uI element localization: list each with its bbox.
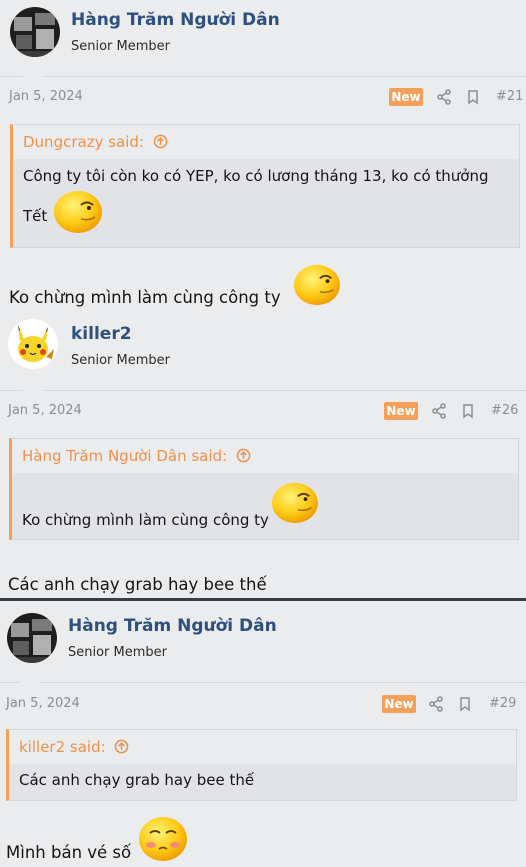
quote-header[interactable]: Hàng Trăm Người Dân said: <box>12 439 518 473</box>
user-title: Senior Member <box>68 645 168 660</box>
username[interactable]: Hàng Trăm Người Dân <box>71 10 280 30</box>
avatar[interactable] <box>7 613 57 663</box>
new-badge: New <box>384 402 418 420</box>
quote-header[interactable]: Dungcrazy said: <box>13 125 519 159</box>
post-message: Mình bán vé số <box>6 815 506 865</box>
user-title: Senior Member <box>71 39 171 54</box>
quote-text: Ko chừng mình làm cùng công ty <box>22 511 269 529</box>
username[interactable]: killer2 <box>71 324 132 344</box>
post-message: Ko chừng mình làm cùng công ty <box>9 263 509 309</box>
post-date[interactable]: Jan 5, 2024 <box>8 403 82 418</box>
post-number[interactable]: #29 <box>489 696 516 711</box>
share-icon[interactable] <box>427 695 445 713</box>
bookmark-icon[interactable] <box>456 695 474 713</box>
quote-block: killer2 said: Các anh chạy grab hay bee … <box>6 729 517 801</box>
post-date[interactable]: Jan 5, 2024 <box>6 696 80 711</box>
quote-block: Hàng Trăm Người Dân said: Ko chừng mình … <box>9 438 519 540</box>
post-meta: Jan 5, 2024 New #21 <box>0 80 526 114</box>
post-user-header: Hàng Trăm Người Dân Senior Member <box>0 601 526 692</box>
user-title: Senior Member <box>71 353 171 368</box>
post-number[interactable]: #26 <box>491 403 518 418</box>
quote-text: Tết <box>23 207 48 225</box>
quote-header[interactable]: killer2 said: <box>9 730 516 764</box>
quote-author[interactable]: Hàng Trăm Người Dân said: <box>22 447 227 465</box>
avatar[interactable] <box>8 319 58 369</box>
quote-body: Ko chừng mình làm cùng công ty <box>12 473 518 539</box>
arrow-up-circle-icon[interactable] <box>114 732 129 754</box>
new-badge: New <box>382 695 416 713</box>
quote-body: Các anh chạy grab hay bee thế <box>9 771 516 789</box>
username[interactable]: Hàng Trăm Người Dân <box>68 616 277 636</box>
post-user-header: killer2 Senior Member <box>0 314 526 400</box>
post-meta: Jan 5, 2024 New #26 <box>0 394 526 428</box>
quote-text: Các anh chạy grab hay bee thế <box>19 771 255 789</box>
post-user-header: Hàng Trăm Người Dân Senior Member <box>0 0 526 86</box>
arrow-up-circle-icon[interactable] <box>236 441 251 463</box>
message-text: Mình bán vé số <box>6 843 132 862</box>
smirk-emoji-icon <box>53 189 103 239</box>
quote-block: Dungcrazy said: Công ty tôi còn ko có YE… <box>10 124 520 248</box>
quote-text: Công ty tôi còn ko có YEP, ko có lương t… <box>23 167 489 185</box>
avatar[interactable] <box>10 7 60 57</box>
message-text: Ko chừng mình làm cùng công ty <box>9 288 281 307</box>
post-date[interactable]: Jan 5, 2024 <box>9 89 83 104</box>
quote-author[interactable]: Dungcrazy said: <box>23 133 144 151</box>
post-number[interactable]: #21 <box>496 89 523 104</box>
share-icon[interactable] <box>430 402 448 420</box>
smirk-emoji-icon <box>292 263 342 311</box>
arrow-up-circle-icon[interactable] <box>153 127 168 149</box>
share-icon[interactable] <box>435 88 453 106</box>
post-meta: Jan 5, 2024 New #29 <box>0 687 526 721</box>
bookmark-icon[interactable] <box>464 88 482 106</box>
quote-author[interactable]: killer2 said: <box>19 738 106 756</box>
quote-body: Công ty tôi còn ko có YEP, ko có lương t… <box>13 167 519 239</box>
smirk-emoji-icon <box>270 481 320 529</box>
new-badge: New <box>389 88 423 106</box>
shy-emoji-icon <box>138 815 188 867</box>
post-message: Các anh chạy grab hay bee thế <box>8 575 267 594</box>
bookmark-icon[interactable] <box>459 402 477 420</box>
